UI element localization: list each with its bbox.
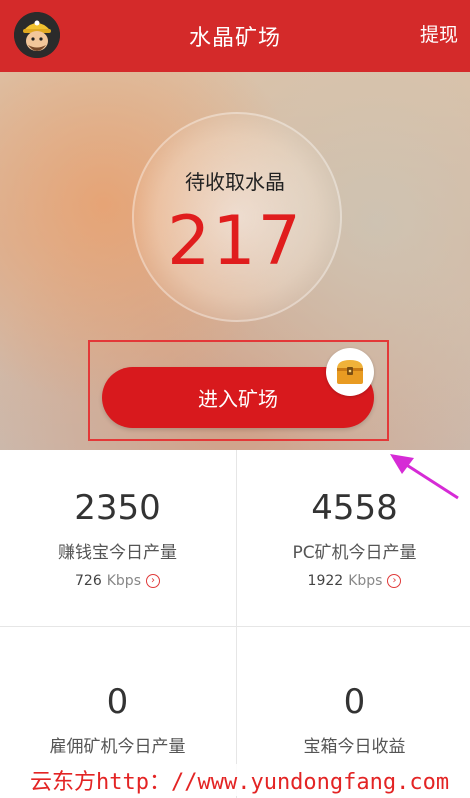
stat-cell-hired-miner[interactable]: 0 雇佣矿机今日产量 <box>0 682 235 757</box>
speed-value: 726 <box>75 573 102 589</box>
speed-value: 1922 <box>307 573 344 589</box>
stat-speed: 726 Kbps › <box>0 573 235 589</box>
annotation-arrow-icon <box>390 454 459 500</box>
watermark-text: 云东方http：//www.yundongfang.com <box>30 764 470 796</box>
chevron-right-circle-icon[interactable]: › <box>145 574 160 588</box>
speed-unit: Kbps <box>348 573 383 589</box>
grid-divider-horizontal <box>0 626 470 627</box>
pending-crystals-value: 217 <box>167 202 303 281</box>
app-header: 水晶矿场 提现 <box>0 0 470 72</box>
stat-value: 0 <box>106 682 129 722</box>
stat-label: 宝箱今日收益 <box>303 737 406 757</box>
stat-speed: 1922 Kbps › <box>237 573 470 589</box>
chevron-right-circle-icon[interactable]: › <box>387 574 402 588</box>
stat-cell-treasure-box[interactable]: 0 宝箱今日收益 <box>237 682 470 757</box>
miner-avatar-icon[interactable] <box>14 12 60 58</box>
stat-label: 雇佣矿机今日产量 <box>49 737 186 757</box>
stat-label: 赚钱宝今日产量 <box>58 543 177 563</box>
treasure-chest-icon[interactable] <box>326 348 374 396</box>
crystal-hero-panel: 待收取水晶 217 进入矿场 <box>0 72 470 450</box>
page-title: 水晶矿场 <box>188 26 281 51</box>
speed-unit: Kbps <box>106 573 141 589</box>
pending-crystals-label: 待收取水晶 <box>185 170 285 194</box>
stat-cell-zhuanqianbao[interactable]: 2350 赚钱宝今日产量 726 Kbps › <box>0 488 235 589</box>
stat-label: PC矿机今日产量 <box>292 543 417 563</box>
withdraw-button[interactable]: 提现 <box>420 20 458 47</box>
stat-value: 2350 <box>74 488 161 528</box>
stat-value: 0 <box>343 682 366 722</box>
